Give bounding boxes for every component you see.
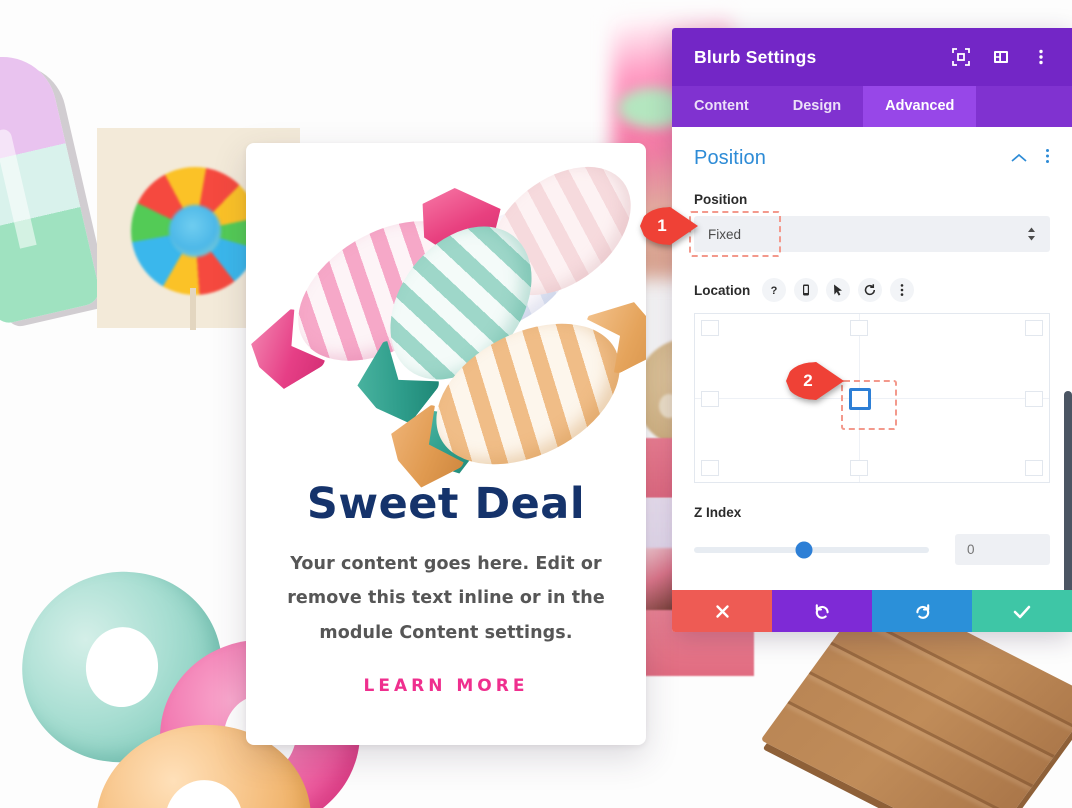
tab-content[interactable]: Content xyxy=(672,86,771,127)
location-field-row: Location ? xyxy=(694,278,1050,302)
position-select-value: Fixed xyxy=(708,226,742,242)
more-options-icon[interactable] xyxy=(1030,46,1052,68)
lollipop-stick xyxy=(190,288,196,330)
undo-icon xyxy=(815,603,829,619)
help-icon[interactable]: ? xyxy=(762,278,787,302)
section-title: Position xyxy=(694,147,766,169)
z-index-slider[interactable] xyxy=(694,541,929,558)
location-more-options-icon[interactable] xyxy=(890,278,915,302)
anchor-bottom-left[interactable] xyxy=(701,460,719,476)
blurb-card[interactable]: Sweet Deal Your content goes here. Edit … xyxy=(246,143,646,745)
position-field-label: Position xyxy=(694,192,748,207)
layout-panel-icon[interactable] xyxy=(990,46,1012,68)
anchor-middle-right[interactable] xyxy=(1025,391,1043,407)
z-index-slider-knob[interactable] xyxy=(795,541,813,558)
anchor-top-center[interactable] xyxy=(850,320,868,336)
tab-advanced[interactable]: Advanced xyxy=(863,86,977,127)
panel-title: Blurb Settings xyxy=(694,46,817,67)
reset-icon[interactable] xyxy=(858,278,883,302)
z-index-label: Z Index xyxy=(694,505,742,520)
callout-badge-2: 2 xyxy=(786,362,844,400)
anchor-middle-left[interactable] xyxy=(701,391,719,407)
location-anchor-grid[interactable] xyxy=(694,313,1050,483)
save-button[interactable] xyxy=(972,590,1072,632)
screenshot-root: Sweet Deal Your content goes here. Edit … xyxy=(0,0,1072,808)
popsicle-image xyxy=(0,46,103,326)
anchor-top-left[interactable] xyxy=(701,320,719,336)
position-select-wrap: Fixed xyxy=(689,211,1050,257)
chevron-up-icon[interactable] xyxy=(1011,150,1027,168)
panel-content: Position Position Fixed Location ? Z Ind… xyxy=(672,127,1072,590)
focus-target-icon[interactable] xyxy=(950,46,972,68)
panel-header: Blurb Settings xyxy=(672,28,1072,86)
blurb-title: Sweet Deal xyxy=(306,479,586,529)
location-center-anchor[interactable] xyxy=(849,388,871,410)
anchor-top-right[interactable] xyxy=(1025,320,1043,336)
hover-cursor-icon[interactable] xyxy=(826,278,851,302)
anchor-bottom-center[interactable] xyxy=(850,460,868,476)
panel-tabs[interactable]: Content Design Advanced xyxy=(672,86,1072,127)
learn-more-link[interactable]: LEARN MORE xyxy=(364,676,529,696)
callout-badge-2-number: 2 xyxy=(803,371,813,390)
callout-badge-1-number: 1 xyxy=(657,216,667,235)
redo-button[interactable] xyxy=(872,590,972,632)
panel-scrollbar[interactable] xyxy=(1064,391,1072,590)
tab-design[interactable]: Design xyxy=(771,86,863,127)
location-field-label: Location xyxy=(694,282,751,298)
check-icon xyxy=(1013,605,1031,618)
blurb-settings-panel[interactable]: Blurb Settings Content Design Advanced P… xyxy=(672,28,1072,632)
responsive-mobile-icon[interactable] xyxy=(794,278,819,302)
position-select[interactable]: Fixed xyxy=(694,216,1050,252)
panel-action-bar[interactable] xyxy=(672,590,1072,632)
undo-button[interactable] xyxy=(772,590,872,632)
z-index-row xyxy=(694,534,1050,565)
svg-text:?: ? xyxy=(771,285,778,297)
position-section-header: Position xyxy=(694,147,1050,170)
lollipop-center xyxy=(169,205,221,257)
blurb-body-text: Your content goes here. Edit or remove t… xyxy=(287,554,605,643)
cancel-button[interactable] xyxy=(672,590,772,632)
redo-icon xyxy=(915,603,929,619)
z-index-input[interactable] xyxy=(955,534,1050,565)
panel-header-icons xyxy=(950,46,1052,68)
section-more-options-icon[interactable] xyxy=(1045,148,1050,169)
anchor-bottom-right[interactable] xyxy=(1025,460,1043,476)
callout-badge-1: 1 xyxy=(640,207,698,245)
close-icon xyxy=(715,604,729,618)
select-spinner-icon xyxy=(1027,227,1036,241)
candy-cluster-illustration xyxy=(284,143,646,493)
